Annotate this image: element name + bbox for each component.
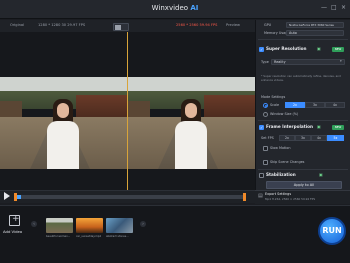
- preview-label: Preview: [226, 23, 240, 27]
- clip-label: car_sunsetday.mp4: [76, 235, 102, 238]
- super-resolution-title: Super Resolution: [266, 46, 307, 51]
- original-info: 1280 * 1280 30 29.97 FPS: [38, 23, 86, 27]
- memory-value: Auto: [289, 31, 297, 35]
- frame-interpolation-title: Frame Interpolation: [266, 124, 314, 129]
- fps-option-4x[interactable]: 4x: [311, 135, 327, 141]
- run-button[interactable]: RUN: [318, 217, 346, 245]
- fps-option-5x[interactable]: 5x: [327, 135, 344, 141]
- play-icon[interactable]: [4, 192, 10, 200]
- original-label: Original: [10, 23, 25, 27]
- clip-thumbnail[interactable]: [106, 218, 133, 233]
- fps-option-3x[interactable]: 3x: [295, 135, 311, 141]
- add-video-label[interactable]: Add Video: [3, 229, 22, 234]
- clip-thumbnail[interactable]: [76, 218, 103, 233]
- export-settings-info: Mp4 H.264, 2560 × 2560 59.94 FPS: [265, 197, 316, 201]
- ai-chip-icon: ▣: [319, 172, 323, 177]
- enhanced-frame: [128, 77, 255, 169]
- gpu-select[interactable]: Nvidia GeForce RTX 3060 Series: [286, 22, 344, 28]
- export-settings-title: Export Settings: [265, 192, 292, 196]
- compare-toggle[interactable]: [113, 23, 129, 31]
- super-resolution-checkbox[interactable]: [259, 47, 264, 52]
- fps-option-2x[interactable]: 2x: [279, 135, 295, 141]
- set-fps-label: Set FPS: [261, 136, 274, 140]
- apply-to-all-button[interactable]: Apply to All: [266, 181, 342, 189]
- type-select[interactable]: Reality ▾: [271, 59, 345, 65]
- clip-strip: [0, 205, 350, 263]
- scale-option-2x[interactable]: 2x: [285, 102, 305, 108]
- clip-thumbnail[interactable]: [46, 218, 73, 233]
- trim-start-handle[interactable]: [14, 193, 17, 201]
- minimize-button[interactable]: —: [321, 4, 327, 11]
- timeline-track[interactable]: [14, 195, 246, 199]
- gpu-value: Nvidia GeForce RTX 3060 Series: [289, 23, 334, 27]
- compare-divider[interactable]: [127, 32, 128, 190]
- scroll-left-button[interactable]: ‹: [31, 221, 37, 227]
- skip-scene-label: Skip Scene Changes: [270, 160, 305, 164]
- ai-chip-icon: ▣: [317, 46, 321, 51]
- output-info: 2560 * 2560 59.94 FPS: [176, 23, 218, 27]
- gpu-label: GPU: [264, 23, 272, 27]
- window-title: Winxvideo AI: [151, 4, 199, 12]
- frame-interpolation-checkbox[interactable]: [259, 125, 264, 130]
- chevron-down-icon: ▾: [340, 59, 342, 63]
- scale-radio[interactable]: [263, 103, 268, 108]
- clip-label: abstract stones...: [106, 235, 129, 238]
- new-tag: NEW: [332, 125, 344, 130]
- trim-end-handle[interactable]: [243, 193, 246, 201]
- clip-label: beautiful woman...: [46, 235, 71, 238]
- skip-scene-checkbox[interactable]: [263, 160, 268, 165]
- original-frame: [0, 77, 127, 169]
- slow-motion-label: Slow Motion: [270, 146, 291, 150]
- scale-label: Scale: [270, 103, 280, 107]
- type-label: Type: [261, 60, 269, 64]
- type-value: Reality: [274, 60, 286, 64]
- super-resolution-note: * Super resolution can automatically ref…: [261, 74, 341, 82]
- window-size-radio[interactable]: [263, 112, 268, 117]
- mode-settings-label: Mode Settings: [261, 95, 286, 99]
- export-settings-icon: ▤: [258, 193, 263, 199]
- stabilization-checkbox[interactable]: [259, 173, 264, 178]
- new-tag: NEW: [332, 47, 344, 52]
- add-video-icon[interactable]: [9, 214, 20, 226]
- ai-chip-icon: ▣: [317, 124, 321, 129]
- window-size-label: Window Size (%): [270, 112, 299, 116]
- maximize-button[interactable]: □: [331, 4, 337, 11]
- memory-select[interactable]: Auto: [286, 30, 344, 36]
- scroll-right-button[interactable]: ›: [140, 221, 146, 227]
- slow-motion-checkbox[interactable]: [263, 146, 268, 151]
- scale-option-3x[interactable]: 3x: [305, 102, 325, 108]
- close-button[interactable]: ×: [341, 4, 346, 11]
- split-view-icon: [115, 25, 121, 30]
- stabilization-title: Stabilization: [266, 172, 296, 177]
- scale-option-4x[interactable]: 4x: [325, 102, 345, 108]
